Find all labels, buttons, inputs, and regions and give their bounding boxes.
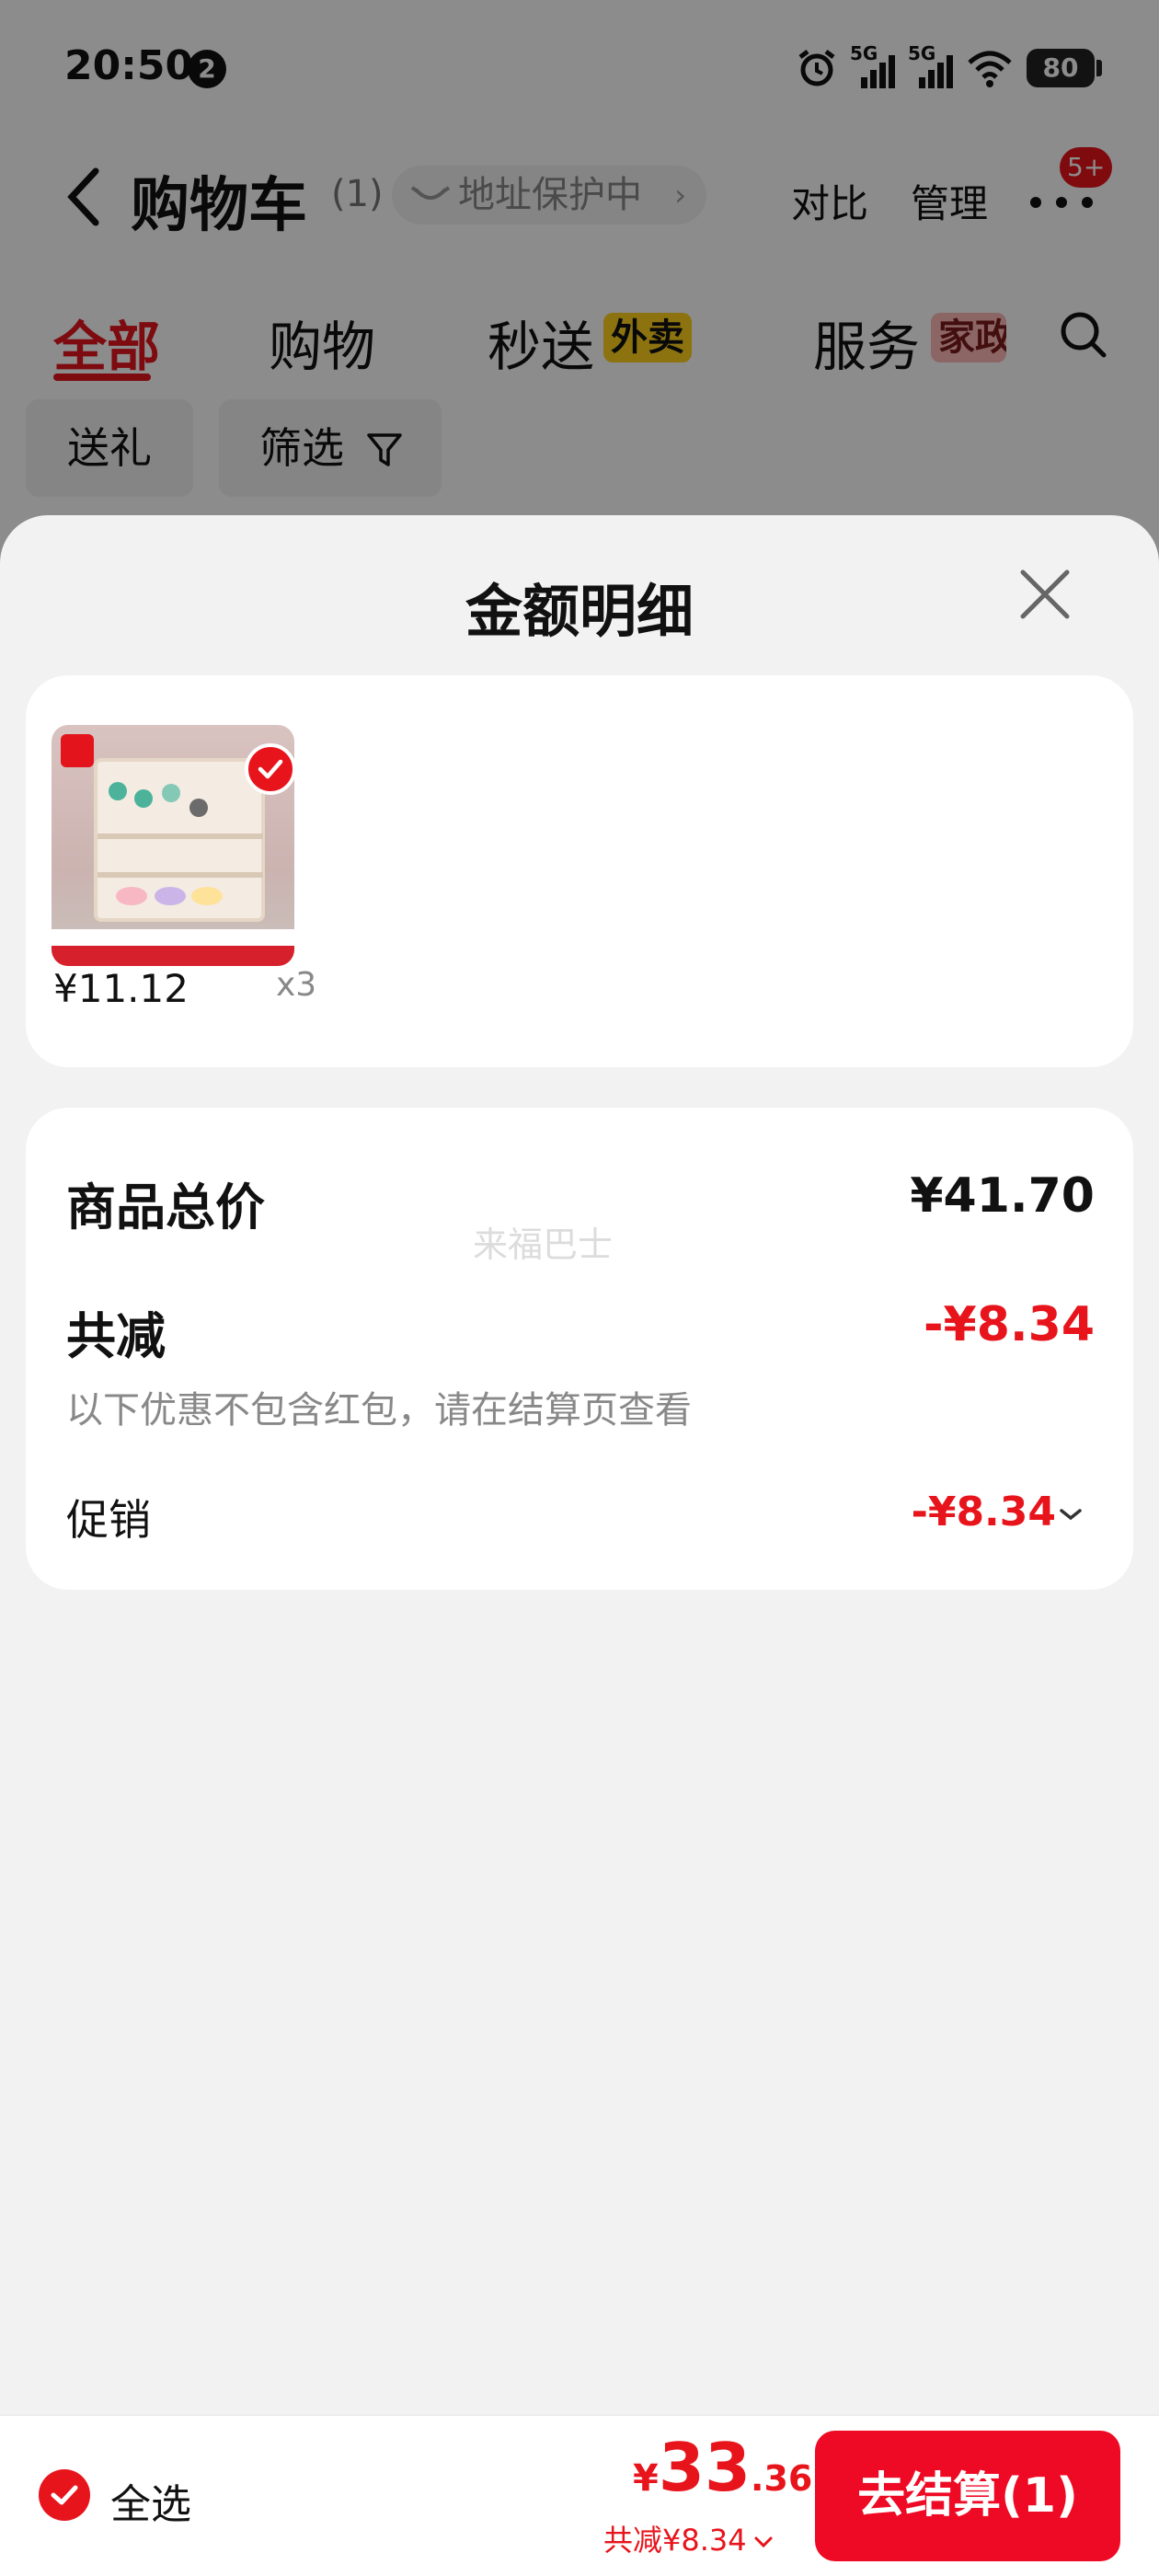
rack-shelf bbox=[98, 834, 263, 839]
price-summary-card: 商品总价 ¥41.70 共减 -¥8.34 以下优惠不包含红包，请在结算页查看 … bbox=[26, 1108, 1133, 1590]
product-item[interactable]: ¥11.12 x3 bbox=[52, 725, 316, 1011]
checkout-bar: 全选 ¥33.36 共减¥8.34 去结算(1) bbox=[0, 2414, 1159, 2576]
amount-details-sheet: 金额明细 ¥11.12 x3 商品总价 ¥41.70 共减 -¥8.34 以下优… bbox=[0, 515, 1159, 2414]
total-price-value: ¥41.70 bbox=[910, 1168, 1095, 1224]
chevron-down-icon bbox=[1060, 1509, 1082, 1521]
total-discount-label: 共减 bbox=[66, 1307, 166, 1365]
product-price: ¥11.12 bbox=[53, 966, 189, 1011]
pen-decoration bbox=[116, 887, 147, 905]
page: 20:50 2 5G 5G 80 购物车 (1) 地址保护中 › 对比 管理 5… bbox=[0, 0, 1159, 2576]
selected-items-card: ¥11.12 x3 bbox=[26, 675, 1133, 1067]
sheet-title: 金额明细 bbox=[465, 578, 694, 645]
product-image-banner bbox=[52, 946, 294, 966]
pen-decoration bbox=[162, 784, 180, 802]
select-all-checkbox[interactable] bbox=[39, 2469, 90, 2521]
pen-decoration bbox=[189, 799, 208, 817]
discount-summary-label: 共减¥8.34 bbox=[603, 2523, 747, 2558]
checkmark-icon bbox=[258, 759, 283, 779]
close-icon[interactable] bbox=[1016, 565, 1074, 624]
brand-logo bbox=[61, 734, 94, 767]
pen-decoration bbox=[155, 887, 186, 905]
product-quantity: x3 bbox=[276, 966, 317, 1004]
pen-decoration bbox=[109, 782, 127, 800]
watermark: 来福巴士 bbox=[473, 1225, 614, 1265]
product-selected-check bbox=[245, 743, 296, 795]
total-integer: 33 bbox=[658, 2429, 752, 2506]
total-price: ¥33.36 bbox=[633, 2429, 812, 2506]
discount-summary-toggle[interactable]: 共减¥8.34 bbox=[603, 2517, 775, 2559]
total-price-label: 商品总价 bbox=[66, 1179, 265, 1236]
promotion-label: 促销 bbox=[66, 1495, 151, 1545]
total-discount-value: -¥8.34 bbox=[923, 1297, 1095, 1352]
product-image-caption-strip bbox=[52, 929, 294, 946]
pen-decoration bbox=[191, 887, 223, 905]
total-currency: ¥ bbox=[633, 2457, 659, 2500]
checkmark-icon bbox=[51, 2485, 78, 2505]
select-all-label[interactable]: 全选 bbox=[110, 2471, 191, 2530]
checkout-button[interactable]: 去结算(1) bbox=[815, 2431, 1120, 2561]
pen-decoration bbox=[134, 789, 153, 808]
total-decimal: .36 bbox=[751, 2458, 813, 2499]
discount-note: 以下优惠不包含红包，请在结算页查看 bbox=[66, 1389, 692, 1432]
rack-shelf bbox=[98, 872, 263, 878]
chevron-down-icon bbox=[754, 2536, 773, 2548]
promotion-value: -¥8.34 bbox=[911, 1489, 1056, 1535]
